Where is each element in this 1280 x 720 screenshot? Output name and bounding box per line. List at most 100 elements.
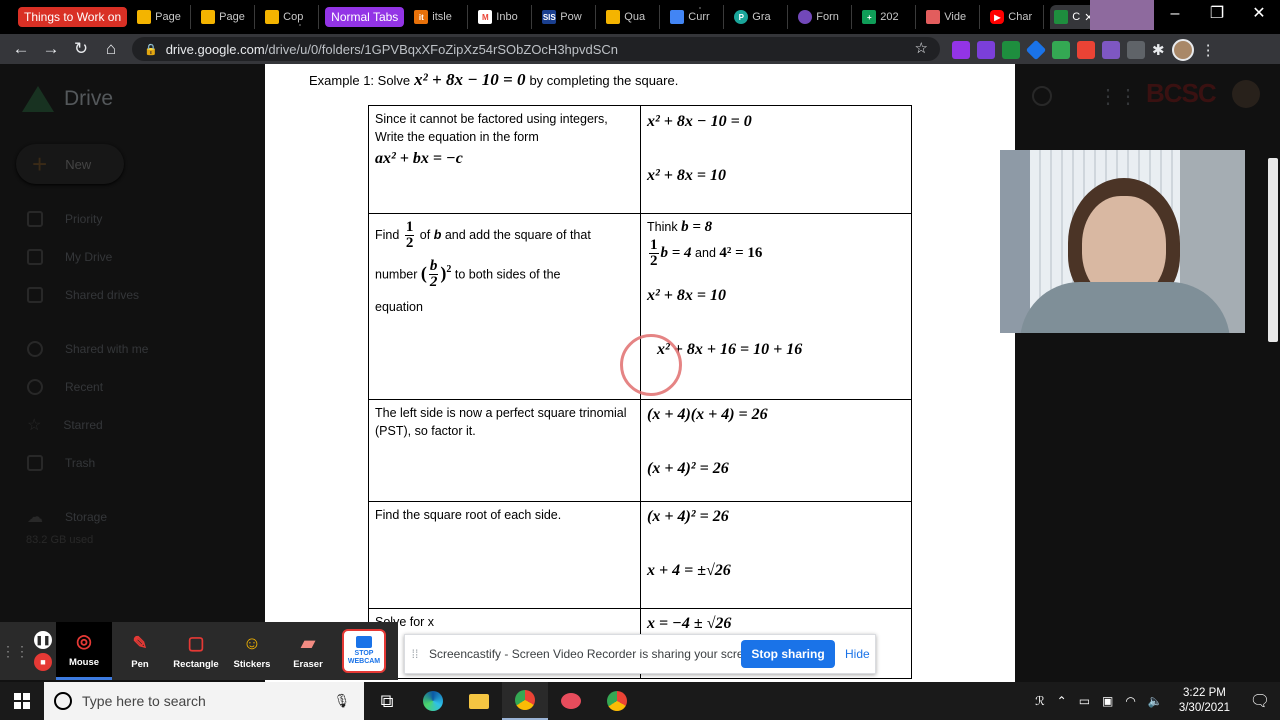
file-explorer-icon[interactable] (456, 682, 502, 720)
tab-forms[interactable]: Forn (794, 5, 853, 29)
system-tray: ℛ ⌃ ▭ ▣ ◠ 🔈 3:22 PM 3/30/2021 🗨 (1029, 682, 1280, 720)
extension-icon[interactable] (1025, 39, 1047, 61)
task-view-icon[interactable]: ⧉ (364, 682, 410, 720)
chevron-up-icon[interactable]: ⌃ (1051, 694, 1073, 708)
step-text: number (b 2)2 to both sides of the (375, 259, 634, 290)
grip-icon[interactable]: ⁞⁞ (405, 647, 425, 661)
tool-stickers[interactable]: ☺ Stickers (224, 622, 280, 680)
video-icon (926, 10, 941, 24)
tab-group-normal-tabs[interactable]: Normal Tabs (325, 7, 405, 27)
tab-slides-4[interactable]: Qua (602, 5, 661, 29)
extension-icon[interactable] (952, 41, 970, 59)
windows-logo-icon (14, 693, 30, 709)
microphone-icon[interactable]: 🎙 (333, 693, 350, 709)
tab-slides-2[interactable]: Page (197, 5, 256, 29)
windows-taskbar: Type here to search 🎙 ⧉ ℛ ⌃ ▭ ▣ ◠ 🔈 3:22… (0, 682, 1280, 720)
extension-icon[interactable] (1052, 41, 1070, 59)
think-equation: b = 8 (681, 219, 713, 235)
profile-avatar[interactable] (1171, 39, 1194, 61)
extension-icon[interactable] (1077, 41, 1095, 59)
tab-label: Vide (944, 11, 967, 23)
tool-eraser[interactable]: ▰ Eraser (280, 622, 336, 680)
puzzle-extensions-icon[interactable]: ✱ (1152, 41, 1165, 59)
window-controls: – ❐ ✕ (1090, 0, 1280, 30)
extension-icon[interactable] (977, 41, 995, 59)
home-icon[interactable]: ⌂ (96, 34, 126, 64)
step-text: Find 12 of b and add the square of that (375, 220, 634, 251)
tool-rectangle[interactable]: ▢ Rectangle (168, 622, 224, 680)
square-equation: 4² = 16 (719, 244, 763, 261)
text-find: Find (375, 227, 400, 242)
tab-label: 202 (880, 11, 899, 23)
maximize-icon[interactable]: ❐ (1196, 0, 1238, 30)
tab-label: Inbo (496, 11, 518, 23)
monitor-icon[interactable]: ▣ (1096, 694, 1119, 708)
bookmark-star-icon[interactable]: ☆ (915, 39, 928, 57)
step-text: equation (375, 300, 423, 314)
extension-icon[interactable] (1102, 41, 1120, 59)
address-bar[interactable]: 🔒 drive.google.com /drive/u/0/folders/1G… (132, 37, 940, 61)
sis-icon: SIS (542, 10, 557, 24)
tool-mouse[interactable]: ◎ Mouse (56, 622, 112, 680)
start-button[interactable] (0, 682, 44, 720)
menu-kebab-icon[interactable]: ⋮ (1201, 41, 1216, 59)
lock-icon: 🔒 (144, 43, 158, 56)
tab-grammar[interactable]: P Gra (730, 5, 789, 29)
tab-slides-3[interactable]: Cop (261, 5, 320, 29)
clock[interactable]: 3:22 PM 3/30/2021 (1169, 686, 1240, 716)
text-of: of (419, 227, 431, 242)
back-arrow-icon[interactable]: ← (6, 34, 36, 64)
tab-label: Qua (624, 11, 646, 23)
snipping-tool-icon[interactable] (548, 682, 594, 720)
fraction-one-half: 12 (649, 237, 659, 269)
reload-icon[interactable]: ↻ (66, 34, 96, 64)
equation-line: (x + 4)² = 26 (647, 460, 729, 477)
tab-slides-1[interactable]: Page (133, 5, 192, 29)
tab-video[interactable]: Vide (922, 5, 981, 29)
stop-webcam-button[interactable]: STOP WEBCAM (342, 629, 386, 673)
sticker-icon: ☺ (242, 632, 262, 653)
volume-icon[interactable]: 🔈 (1142, 694, 1169, 708)
text-number: number (375, 267, 418, 282)
stop-sharing-button[interactable]: Stop sharing (741, 640, 835, 668)
text-rest: and add the square of that (444, 227, 591, 242)
minimize-icon[interactable]: – (1154, 0, 1196, 30)
example-prefix: Example 1: Solve (309, 72, 411, 88)
fraction-one-half: 12 (404, 219, 415, 251)
tab-label: Curr (688, 11, 710, 23)
forward-arrow-icon[interactable]: → (36, 34, 66, 64)
tab-docs[interactable]: Curr (666, 5, 725, 29)
pause-icon[interactable]: ❚❚ (34, 631, 52, 649)
text-sides: to both sides of the (454, 267, 561, 282)
extension-icon[interactable] (1002, 41, 1020, 59)
step-text: Solve for x (375, 615, 435, 629)
close-window-icon[interactable]: ✕ (1238, 0, 1280, 30)
tab-sis[interactable]: SIS Pow (538, 5, 597, 29)
stop-recording-icon[interactable]: ■ (34, 653, 52, 671)
tool-label: Eraser (293, 658, 323, 670)
tab-sheets[interactable]: +202 (858, 5, 917, 29)
search-placeholder: Type here to search (82, 693, 206, 709)
equation-line: x² + 8x = 10 (647, 287, 727, 304)
taskbar-search[interactable]: Type here to search 🎙 (44, 682, 364, 720)
equation-line: x² + 8x + 16 = 10 + 16 (657, 341, 803, 358)
chrome-app-icon[interactable] (502, 682, 548, 720)
people-icon[interactable]: ℛ (1029, 694, 1051, 708)
tab-itslearning[interactable]: it itsle (410, 5, 469, 29)
half-b-equation: b = 4 (660, 244, 692, 261)
webcam-overlay[interactable] (1000, 150, 1245, 333)
extension-icon[interactable] (1127, 41, 1145, 59)
scrollbar[interactable] (1268, 158, 1278, 342)
tab-youtube[interactable]: ▶ Char (986, 5, 1045, 29)
battery-icon[interactable]: ▭ (1073, 694, 1096, 708)
tab-group-things-to-work-on[interactable]: Things to Work on (18, 7, 128, 27)
wifi-icon[interactable]: ◠ (1119, 694, 1141, 708)
hide-button[interactable]: Hide (845, 647, 870, 661)
drag-handle-icon[interactable]: ⋮⋮ (0, 622, 30, 680)
edge-icon[interactable] (410, 682, 456, 720)
stop-webcam-label: STOP WEBCAM (347, 650, 381, 665)
notification-icon[interactable]: 🗨 (1240, 691, 1280, 711)
chrome-app-icon-2[interactable] (594, 682, 640, 720)
tool-pen[interactable]: ✎ Pen (112, 622, 168, 680)
tab-gmail[interactable]: M Inbo (474, 5, 533, 29)
